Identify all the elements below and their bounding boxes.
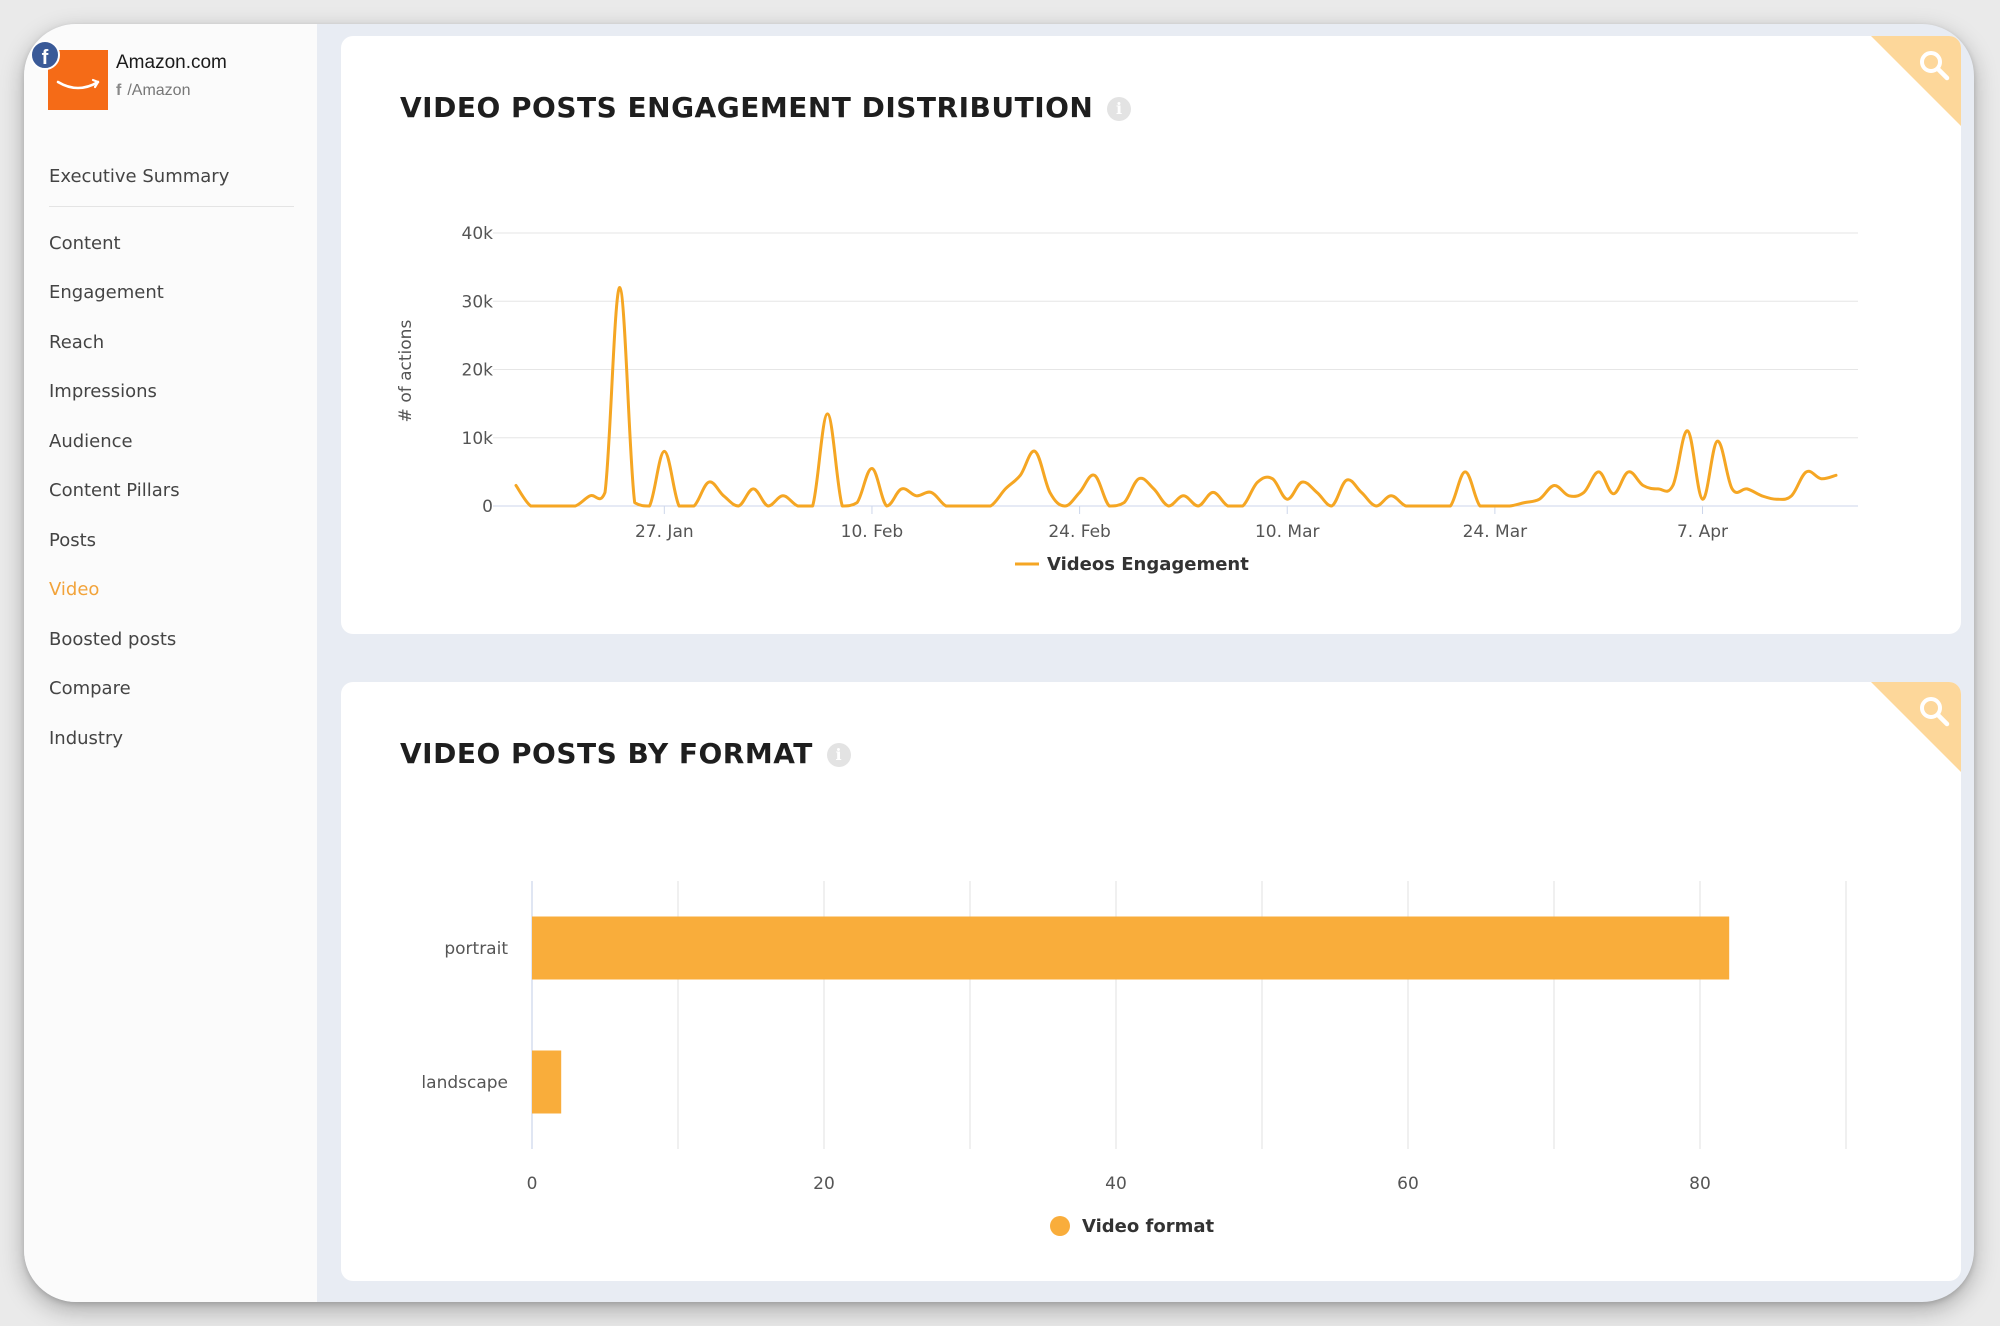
category-label-portrait: portrait [444,939,508,959]
y-tick-label: 20k [462,361,494,381]
line-legend[interactable]: Videos Engagement [1015,554,1249,575]
sidebar-item-reach[interactable]: Reach [49,318,294,368]
video-format-bar-chart: 0 20 40 60 80 portrait landscape Video format [421,881,1847,1237]
brand-handle-text: /Amazon [127,82,191,99]
y-tick-label: 0 [482,497,493,517]
sidebar-nav: Executive Summary Content Engagement Rea… [49,152,294,763]
facebook-icon: f [30,40,60,70]
legend-label-video-format: Video format [1082,1216,1214,1237]
nav-divider [49,205,294,207]
y-tick-label: 10k [462,429,494,449]
app-frame: f Amazon.com f/Amazon Executive Summary … [24,24,1974,1302]
sidebar-item-engagement[interactable]: Engagement [49,268,294,318]
x-tick-label: 20 [813,1174,835,1194]
x-tick-label: 24. Feb [1048,522,1111,542]
x-tick-label: 40 [1105,1174,1127,1194]
y-tick-label: 30k [462,292,494,312]
x-tick-label: 7. Apr [1677,522,1728,542]
x-tick-label: 24. Mar [1463,522,1528,542]
engagement-line-chart: 0 10k 20k 30k 40k 27. Jan 10. Feb 24. Feb 10. M… [396,224,1858,575]
bar-legend[interactable]: Video format [1050,1216,1214,1237]
sidebar-item-executive-summary[interactable]: Executive Summary [49,152,294,202]
sidebar-item-content[interactable]: Content [49,219,294,269]
legend-label-videos-engagement: Videos Engagement [1047,554,1249,575]
video-format-card: VIDEO POSTS BY FORMAT i 0 20 40 60 80 portrai… [341,682,1961,1281]
sidebar-item-audience[interactable]: Audience [49,417,294,467]
sidebar-item-industry[interactable]: Industry [49,714,294,764]
sidebar: f Amazon.com f/Amazon Executive Summary … [24,24,317,1302]
engagement-distribution-card: VIDEO POSTS ENGAGEMENT DISTRIBUTION i 0 10… [341,36,1961,634]
x-tick-label: 60 [1397,1174,1419,1194]
sidebar-item-video[interactable]: Video [49,565,294,615]
x-tick-label: 80 [1689,1174,1711,1194]
sidebar-item-boosted-posts[interactable]: Boosted posts [49,615,294,665]
sidebar-item-posts[interactable]: Posts [49,516,294,566]
sidebar-item-compare[interactable]: Compare [49,664,294,714]
brand-handle: f/Amazon [116,82,190,100]
videos-engagement-line [514,286,1838,508]
y-axis-label: # of actions [396,320,416,423]
x-tick-label: 0 [527,1174,538,1194]
brand-name: Amazon.com [116,52,227,73]
category-label-landscape: landscape [421,1073,508,1093]
x-tick-label: 27. Jan [635,522,694,542]
bar-portrait[interactable] [532,916,1730,980]
facebook-small-icon: f [116,82,122,99]
x-tick-label: 10. Mar [1255,522,1320,542]
sidebar-item-impressions[interactable]: Impressions [49,367,294,417]
y-tick-label: 40k [462,224,494,244]
bar-landscape[interactable] [532,1050,562,1114]
sidebar-item-content-pillars[interactable]: Content Pillars [49,466,294,516]
x-tick-label: 10. Feb [841,522,904,542]
